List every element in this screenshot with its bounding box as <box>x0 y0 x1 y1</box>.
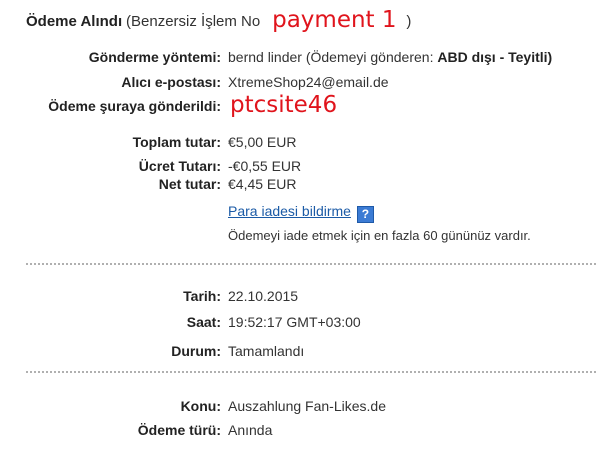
method-value-status: ABD dışı - Teyitli) <box>437 49 553 65</box>
time-value: 19:52:17 GMT+03:00 <box>228 314 361 330</box>
payment-type-label: Ödeme türü: <box>137 422 221 438</box>
question-mark-icon[interactable]: ? <box>356 206 374 223</box>
payment-type-value: Anında <box>228 422 273 438</box>
fee-label: Ücret Tutarı: <box>138 158 221 174</box>
refund-link[interactable]: Para iadesi bildirme <box>228 203 351 219</box>
subject-label: Konu: <box>180 398 221 414</box>
method-label: Gönderme yöntemi: <box>88 49 221 65</box>
sent-to-row: Ödeme şuraya gönderildi: ptcsite46 <box>0 92 596 118</box>
total-label: Toplam tutar: <box>132 134 221 150</box>
refund-note: Ödemeyi iade etmek için en fazla 60 günü… <box>228 228 531 243</box>
method-value: bernd linder (Ödemeyi gönderen: ABD dışı… <box>228 49 552 65</box>
fee-row: Ücret Tutarı: -€0,55 EUR <box>0 158 596 178</box>
time-row: Saat: 19:52:17 GMT+03:00 <box>0 314 596 334</box>
refund-row: Para iadesi bildirme? <box>0 203 596 223</box>
closing-parenthesis: ) <box>406 13 412 30</box>
net-value: €4,45 EUR <box>228 176 297 192</box>
method-value-text: bernd linder (Ödemeyi gönderen: <box>228 49 438 65</box>
page-header: Ödeme Alındı (Benzersiz İşlem No payment… <box>26 6 411 36</box>
net-label: Net tutar: <box>158 176 221 192</box>
handwritten-annotation-payment: payment 1 <box>272 7 397 33</box>
subject-value: Auszahlung Fan-Likes.de <box>228 398 386 414</box>
state-value: Tamamlandı <box>228 343 305 359</box>
refund-container: Para iadesi bildirme? <box>228 203 374 223</box>
handwritten-annotation-site: ptcsite46 <box>230 92 338 118</box>
state-row: Durum: Tamamlandı <box>0 343 596 363</box>
date-value: 22.10.2015 <box>228 288 299 304</box>
refund-note-row: Ödemeyi iade etmek için en fazla 60 günü… <box>0 228 596 248</box>
fee-value: -€0,55 EUR <box>228 158 302 174</box>
email-label: Alıcı e-postası: <box>121 74 221 90</box>
payment-type-row: Ödeme türü: Anında <box>0 422 596 442</box>
total-row: Toplam tutar: €5,00 EUR <box>0 134 596 154</box>
state-label: Durum: <box>171 343 221 359</box>
subject-row: Konu: Auszahlung Fan-Likes.de <box>0 398 596 418</box>
date-label: Tarih: <box>183 288 221 304</box>
page-title: Ödeme Alındı <box>26 13 123 30</box>
sent-to-label: Ödeme şuraya gönderildi: <box>48 98 221 114</box>
divider-1 <box>26 263 596 265</box>
time-label: Saat: <box>186 314 221 330</box>
email-row: Alıcı e-postası: XtremeShop24@email.de <box>0 74 596 94</box>
method-row: Gönderme yöntemi: bernd linder (Ödemeyi … <box>0 49 596 69</box>
divider-2 <box>26 371 596 373</box>
transaction-id-label: (Benzersiz İşlem No <box>126 13 261 30</box>
total-value: €5,00 EUR <box>228 134 297 150</box>
date-row: Tarih: 22.10.2015 <box>0 288 596 308</box>
email-value: XtremeShop24@email.de <box>228 74 389 90</box>
net-row: Net tutar: €4,45 EUR <box>0 176 596 196</box>
